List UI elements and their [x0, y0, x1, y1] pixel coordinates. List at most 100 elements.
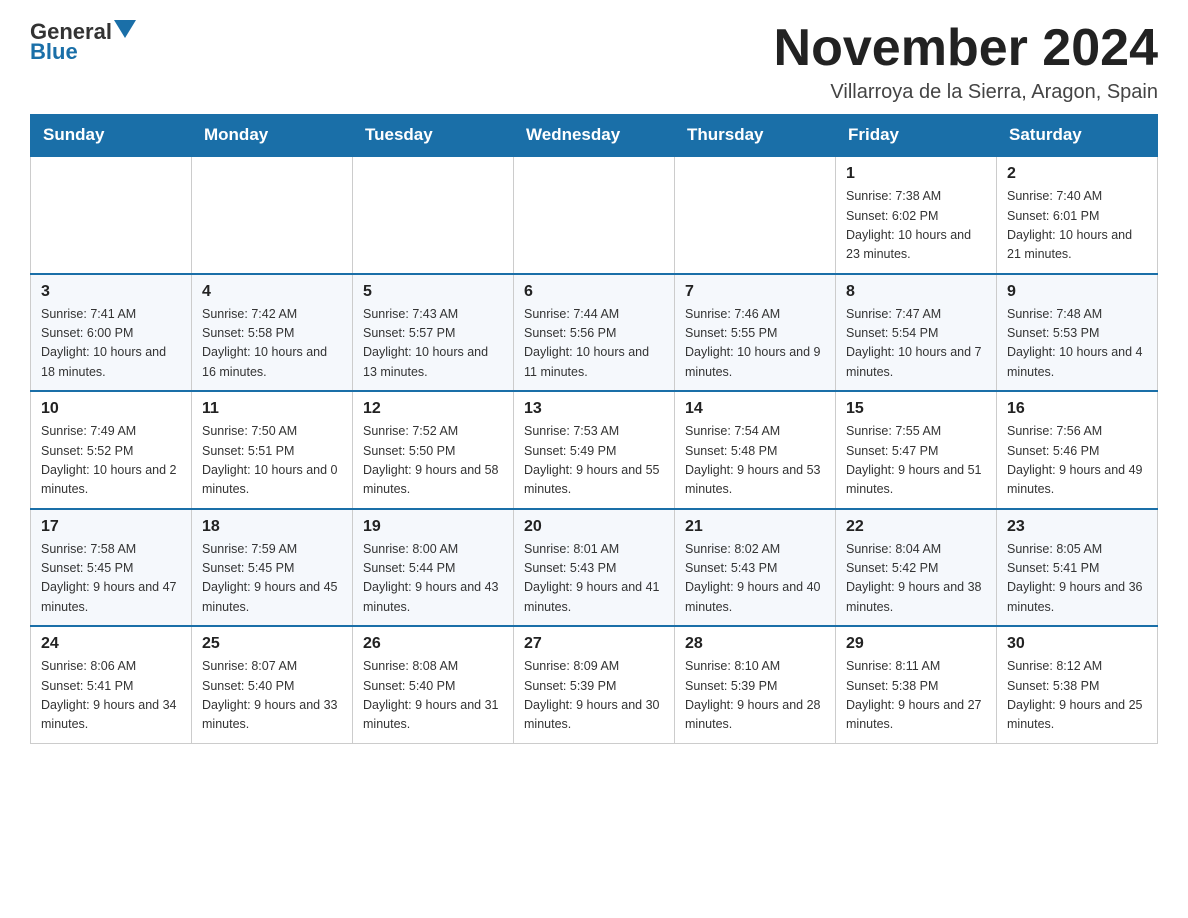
calendar-cell: 7 Sunrise: 7:46 AMSunset: 5:55 PMDaylight…	[675, 274, 836, 392]
calendar-cell: 10 Sunrise: 7:49 AMSunset: 5:52 PMDayligh…	[31, 391, 192, 509]
day-number: 8	[846, 283, 986, 301]
day-number: 4	[202, 283, 342, 301]
calendar-cell: 6 Sunrise: 7:44 AMSunset: 5:56 PMDaylight…	[514, 274, 675, 392]
day-info: Sunrise: 7:41 AMSunset: 6:00 PMDaylight:…	[41, 305, 181, 383]
calendar-cell: 27 Sunrise: 8:09 AMSunset: 5:39 PMDayligh…	[514, 626, 675, 743]
weekday-header-monday: Monday	[192, 115, 353, 157]
day-info: Sunrise: 7:58 AMSunset: 5:45 PMDaylight:…	[41, 540, 181, 618]
day-info: Sunrise: 7:43 AMSunset: 5:57 PMDaylight:…	[363, 305, 503, 383]
day-info: Sunrise: 7:49 AMSunset: 5:52 PMDaylight:…	[41, 422, 181, 500]
day-info: Sunrise: 8:10 AMSunset: 5:39 PMDaylight:…	[685, 657, 825, 735]
calendar-cell: 15 Sunrise: 7:55 AMSunset: 5:47 PMDayligh…	[836, 391, 997, 509]
calendar-row: 10 Sunrise: 7:49 AMSunset: 5:52 PMDayligh…	[31, 391, 1158, 509]
calendar-cell: 26 Sunrise: 8:08 AMSunset: 5:40 PMDayligh…	[353, 626, 514, 743]
day-number: 26	[363, 635, 503, 653]
weekday-header-tuesday: Tuesday	[353, 115, 514, 157]
day-info: Sunrise: 8:07 AMSunset: 5:40 PMDaylight:…	[202, 657, 342, 735]
day-number: 6	[524, 283, 664, 301]
day-info: Sunrise: 8:00 AMSunset: 5:44 PMDaylight:…	[363, 540, 503, 618]
day-info: Sunrise: 8:05 AMSunset: 5:41 PMDaylight:…	[1007, 540, 1147, 618]
calendar-cell: 8 Sunrise: 7:47 AMSunset: 5:54 PMDaylight…	[836, 274, 997, 392]
day-info: Sunrise: 7:59 AMSunset: 5:45 PMDaylight:…	[202, 540, 342, 618]
day-number: 29	[846, 635, 986, 653]
calendar-cell	[514, 156, 675, 274]
calendar-cell	[192, 156, 353, 274]
day-number: 3	[41, 283, 181, 301]
day-number: 25	[202, 635, 342, 653]
calendar-cell: 12 Sunrise: 7:52 AMSunset: 5:50 PMDayligh…	[353, 391, 514, 509]
calendar-row: 17 Sunrise: 7:58 AMSunset: 5:45 PMDayligh…	[31, 509, 1158, 627]
calendar-cell: 29 Sunrise: 8:11 AMSunset: 5:38 PMDayligh…	[836, 626, 997, 743]
calendar-header-row: SundayMondayTuesdayWednesdayThursdayFrid…	[31, 115, 1158, 157]
day-info: Sunrise: 7:52 AMSunset: 5:50 PMDaylight:…	[363, 422, 503, 500]
calendar-cell: 19 Sunrise: 8:00 AMSunset: 5:44 PMDayligh…	[353, 509, 514, 627]
day-number: 20	[524, 518, 664, 536]
day-number: 28	[685, 635, 825, 653]
day-number: 7	[685, 283, 825, 301]
day-number: 24	[41, 635, 181, 653]
day-number: 16	[1007, 400, 1147, 418]
day-number: 30	[1007, 635, 1147, 653]
day-number: 15	[846, 400, 986, 418]
calendar-cell	[31, 156, 192, 274]
calendar-row: 24 Sunrise: 8:06 AMSunset: 5:41 PMDayligh…	[31, 626, 1158, 743]
day-number: 12	[363, 400, 503, 418]
day-info: Sunrise: 7:44 AMSunset: 5:56 PMDaylight:…	[524, 305, 664, 383]
day-number: 21	[685, 518, 825, 536]
calendar-cell: 21Sunrise: 8:02 AMSunset: 5:43 PMDayligh…	[675, 509, 836, 627]
calendar-cell: 23 Sunrise: 8:05 AMSunset: 5:41 PMDayligh…	[997, 509, 1158, 627]
day-number: 10	[41, 400, 181, 418]
day-info: Sunrise: 8:09 AMSunset: 5:39 PMDaylight:…	[524, 657, 664, 735]
day-info: Sunrise: 7:53 AMSunset: 5:49 PMDaylight:…	[524, 422, 664, 500]
day-number: 19	[363, 518, 503, 536]
calendar-row: 3 Sunrise: 7:41 AMSunset: 6:00 PMDaylight…	[31, 274, 1158, 392]
day-number: 9	[1007, 283, 1147, 301]
calendar-cell: 14 Sunrise: 7:54 AMSunset: 5:48 PMDayligh…	[675, 391, 836, 509]
calendar-cell: 4Sunrise: 7:42 AMSunset: 5:58 PMDaylight…	[192, 274, 353, 392]
day-info: Sunrise: 7:47 AMSunset: 5:54 PMDaylight:…	[846, 305, 986, 383]
day-number: 27	[524, 635, 664, 653]
logo-text-blue: Blue	[30, 40, 78, 64]
day-info: Sunrise: 7:46 AMSunset: 5:55 PMDaylight:…	[685, 305, 825, 383]
calendar-cell: 25 Sunrise: 8:07 AMSunset: 5:40 PMDayligh…	[192, 626, 353, 743]
calendar-cell: 16 Sunrise: 7:56 AMSunset: 5:46 PMDayligh…	[997, 391, 1158, 509]
day-info: Sunrise: 8:04 AMSunset: 5:42 PMDaylight:…	[846, 540, 986, 618]
day-info: Sunrise: 7:56 AMSunset: 5:46 PMDaylight:…	[1007, 422, 1147, 500]
logo-triangle-icon	[114, 20, 136, 38]
calendar-cell: 1 Sunrise: 7:38 AMSunset: 6:02 PMDaylight…	[836, 156, 997, 274]
day-number: 14	[685, 400, 825, 418]
day-info: Sunrise: 7:54 AMSunset: 5:48 PMDaylight:…	[685, 422, 825, 500]
day-number: 18	[202, 518, 342, 536]
day-number: 17	[41, 518, 181, 536]
weekday-header-thursday: Thursday	[675, 115, 836, 157]
logo: General Blue	[30, 20, 136, 64]
day-number: 5	[363, 283, 503, 301]
day-info: Sunrise: 8:01 AMSunset: 5:43 PMDaylight:…	[524, 540, 664, 618]
calendar-row: 1 Sunrise: 7:38 AMSunset: 6:02 PMDaylight…	[31, 156, 1158, 274]
day-number: 13	[524, 400, 664, 418]
day-number: 1	[846, 165, 986, 183]
calendar-cell: 3 Sunrise: 7:41 AMSunset: 6:00 PMDaylight…	[31, 274, 192, 392]
weekday-header-friday: Friday	[836, 115, 997, 157]
day-info: Sunrise: 8:06 AMSunset: 5:41 PMDaylight:…	[41, 657, 181, 735]
calendar-cell: 9 Sunrise: 7:48 AMSunset: 5:53 PMDaylight…	[997, 274, 1158, 392]
weekday-header-wednesday: Wednesday	[514, 115, 675, 157]
day-info: Sunrise: 7:40 AMSunset: 6:01 PMDaylight:…	[1007, 187, 1147, 265]
calendar-cell: 24 Sunrise: 8:06 AMSunset: 5:41 PMDayligh…	[31, 626, 192, 743]
page-header: General Blue November 2024 Villarroya de…	[30, 20, 1158, 104]
day-number: 23	[1007, 518, 1147, 536]
day-info: Sunrise: 7:48 AMSunset: 5:53 PMDaylight:…	[1007, 305, 1147, 383]
calendar-cell: 18 Sunrise: 7:59 AMSunset: 5:45 PMDayligh…	[192, 509, 353, 627]
day-info: Sunrise: 8:11 AMSunset: 5:38 PMDaylight:…	[846, 657, 986, 735]
day-info: Sunrise: 7:55 AMSunset: 5:47 PMDaylight:…	[846, 422, 986, 500]
calendar-cell: 11Sunrise: 7:50 AMSunset: 5:51 PMDayligh…	[192, 391, 353, 509]
day-number: 2	[1007, 165, 1147, 183]
day-info: Sunrise: 7:38 AMSunset: 6:02 PMDaylight:…	[846, 187, 986, 265]
day-info: Sunrise: 8:08 AMSunset: 5:40 PMDaylight:…	[363, 657, 503, 735]
calendar-table: SundayMondayTuesdayWednesdayThursdayFrid…	[30, 114, 1158, 744]
weekday-header-saturday: Saturday	[997, 115, 1158, 157]
day-number: 11	[202, 400, 342, 418]
calendar-cell: 22Sunrise: 8:04 AMSunset: 5:42 PMDayligh…	[836, 509, 997, 627]
calendar-cell: 13 Sunrise: 7:53 AMSunset: 5:49 PMDayligh…	[514, 391, 675, 509]
calendar-cell: 5 Sunrise: 7:43 AMSunset: 5:57 PMDaylight…	[353, 274, 514, 392]
